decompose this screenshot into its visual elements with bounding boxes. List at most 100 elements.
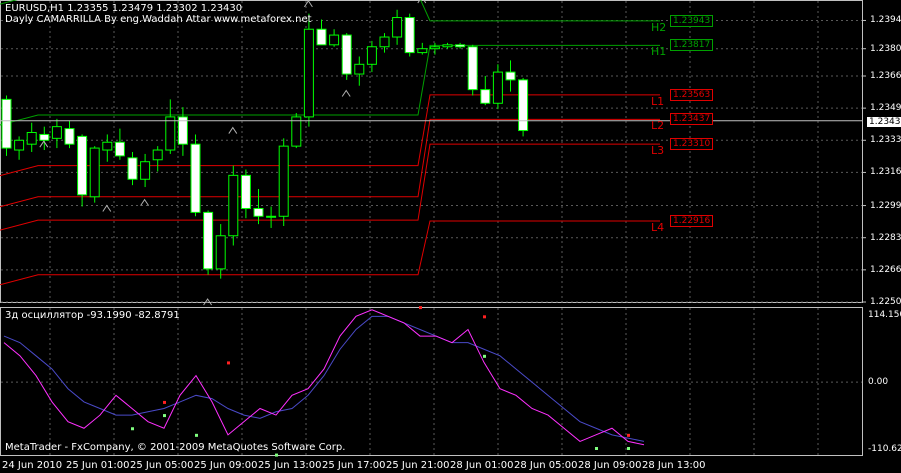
price-axis-label: 1.23330 [870,135,901,146]
time-axis-label: 25 Jun 13:00 [258,460,322,471]
osc-signal-dot [131,427,134,431]
candle-body [14,139,25,151]
candle-body [77,135,88,196]
candle-body [26,131,37,145]
osc-fast-line [3,309,645,446]
candle-body [228,174,239,237]
price-axis-label: 1.23800 [870,43,901,54]
candle-body [341,34,352,75]
candle-body [127,157,138,180]
osc-signal-dot [275,453,278,457]
level-value-l2: 1.23437 [670,113,714,126]
candle-body [114,141,125,157]
osc-signal-dot [483,315,486,319]
time-axis-label: 28 Jun 09:00 [578,460,642,471]
time-axis-label: 25 Jun 17:00 [322,460,386,471]
candle-body [240,174,251,209]
indicator-info: Dayly CAMARRILLA By eng.Waddah Attar www… [5,14,312,25]
candle-body [354,63,365,75]
time-axis-label: 24 Jun 2010 [2,460,63,471]
candle-body [102,141,113,151]
candle-body [215,235,226,270]
time-axis-label: 25 Jun 05:00 [130,460,194,471]
level-line-l4 [0,220,660,286]
candle-body [480,89,491,104]
candle-body [442,44,453,48]
osc-signal-dot [195,433,198,437]
time-axis-label: 28 Jun 01:00 [450,460,514,471]
osc-signal-dot [163,400,166,404]
candle-body [140,161,151,180]
symbol-info: EURUSD,H1 1.23355 1.23479 1.23302 1.2343… [5,3,243,14]
level-value-l1: 1.23563 [670,88,714,101]
candle-body [64,128,75,145]
candle-body [329,34,340,46]
time-axis-label: 28 Jun 13:00 [642,460,706,471]
candle-body [51,126,62,139]
candle-body [303,28,314,118]
candle-body [253,207,264,217]
candle-body [518,79,529,132]
copyright-text: MetaTrader - FxCompany, © 2001-2009 Meta… [5,442,346,453]
time-axis-label: 25 Jun 21:00 [386,460,450,471]
level-name-h1: H1 [651,45,667,59]
candle-body [492,71,503,104]
price-chart-area[interactable] [0,0,901,473]
osc-scale-top: 114.1500 [868,310,901,320]
price-axis-label: 1.22500 [870,297,901,307]
fractal-arrow [228,126,238,134]
price-axis-label: 1.23945 [870,15,901,26]
level-name-l2: L2 [651,119,665,133]
candle-body [404,17,415,54]
osc-signal-dot [627,447,630,451]
level-value-h1: 1.23817 [670,39,714,52]
candle-body [152,149,163,161]
time-axis-label: 25 Jun 01:00 [66,460,130,471]
price-axis-label: 1.22995 [870,200,901,211]
candle-body [203,211,214,270]
candle-body [89,147,100,198]
osc-signal-dot [483,354,486,358]
fractal-arrow [102,204,112,212]
candle-body [316,28,327,46]
osc-signal-dot [627,433,630,437]
candle-body [366,46,377,65]
level-name-l1: L1 [651,94,665,108]
osc-slow-line [3,315,645,442]
candle-body [278,145,289,217]
candle-body [39,133,50,141]
fractal-arrow [341,89,351,97]
oscillator-title: 3д осциллятор -93.1990 -82.8791 [5,310,180,321]
osc-signal-dot [595,447,598,451]
osc-scale-mid: 0.00 [868,377,889,387]
price-axis-label: 1.23495 [870,103,901,114]
level-name-h2: H2 [651,20,667,34]
time-axis-label: 25 Jun 09:00 [194,460,258,471]
level-value-h2: 1.23943 [670,14,714,27]
price-axis-label: 1.23165 [870,167,901,178]
osc-frame [0,307,863,456]
candle-body [429,46,440,50]
candle-body [417,48,428,54]
level-value-l3: 1.23310 [670,138,714,151]
candle-body [379,36,390,48]
level-name-l4: L4 [651,220,665,234]
osc-signal-dot [227,361,230,365]
osc-scale-bottom: -110.6250 [868,444,901,454]
osc-signal-dot [163,414,166,418]
candle-body [505,71,516,81]
price-axis-label: 1.23660 [870,70,901,81]
fractal-arrow [140,198,150,206]
level-line-h1 [0,44,660,126]
candle-body [455,44,466,48]
level-name-l3: L3 [651,144,665,158]
candle-body [190,143,201,213]
candle-body [467,46,478,91]
time-axis-label: 28 Jun 05:00 [514,460,578,471]
current-price-tag: 1.23430 [867,117,901,127]
price-axis-label: 1.22830 [870,232,901,243]
price-axis-label: 1.22665 [870,264,901,275]
candle-body [1,98,12,149]
level-value-l4: 1.22916 [670,214,714,227]
candle-body [266,215,277,218]
